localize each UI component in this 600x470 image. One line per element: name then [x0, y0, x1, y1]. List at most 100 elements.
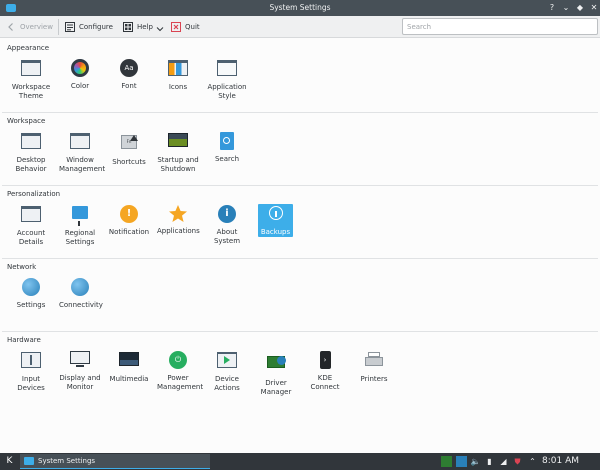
item-network-settings[interactable]: Settings — [10, 277, 52, 310]
item-label: Notification — [108, 228, 150, 236]
overview-button[interactable]: Overview — [6, 20, 53, 34]
section-title-hardware: Hardware — [7, 336, 41, 344]
item-label: Icons — [168, 83, 188, 91]
search-icon — [217, 132, 237, 152]
item-backups[interactable]: Backups — [258, 204, 293, 237]
printers-icon — [364, 352, 384, 372]
back-arrow-icon — [8, 23, 13, 31]
item-shortcuts[interactable]: Fn Shortcuts — [108, 131, 150, 167]
item-label: Account Details — [16, 229, 46, 246]
item-label: KDE Connect — [310, 374, 340, 391]
item-icons[interactable]: Icons — [157, 58, 199, 92]
item-label: Startup and Shutdown — [157, 156, 199, 173]
item-kde-connect[interactable]: › KDE Connect — [304, 350, 346, 392]
item-label: Window Management — [59, 156, 106, 173]
item-label: Driver Manager — [260, 379, 292, 396]
item-label: Multimedia — [109, 375, 149, 383]
item-font[interactable]: Aa Font — [108, 58, 150, 91]
item-display-monitor[interactable]: Display and Monitor — [59, 350, 101, 392]
item-about-system[interactable]: i About System — [206, 204, 248, 246]
lock-icon[interactable]: ▮ — [484, 456, 495, 467]
item-label: Input Devices — [17, 375, 45, 392]
item-regional-settings[interactable]: Regional Settings — [59, 204, 101, 247]
configure-icon — [65, 22, 75, 32]
kde-launcher-icon[interactable]: K — [3, 455, 16, 468]
multimedia-icon — [119, 352, 139, 372]
overview-label: Overview — [20, 23, 53, 31]
tray-expand-icon[interactable]: ⌃ — [527, 456, 538, 467]
close-icon[interactable]: ✕ — [588, 2, 600, 14]
input-devices-icon — [21, 352, 41, 372]
section-title-network: Network — [7, 263, 37, 271]
driver-tray-icon[interactable] — [441, 456, 452, 467]
account-details-icon — [21, 206, 41, 226]
connectivity-icon — [70, 278, 90, 298]
chevron-down-icon — [156, 27, 164, 32]
application-style-icon — [217, 60, 237, 80]
toolbar-separator — [58, 19, 59, 35]
item-label: Settings — [16, 301, 46, 309]
title-bar: System Settings ? ⌄ ◆ ✕ — [0, 0, 600, 16]
item-label: Power Management — [157, 374, 204, 391]
help-menu-button[interactable]: Help — [123, 20, 164, 34]
updates-icon[interactable]: ⛊ — [512, 456, 523, 467]
taskbar: K System Settings 🔈 ▮ ◢ ⛊ ⌃ 8:01 AM — [0, 453, 600, 470]
minimize-icon[interactable]: ⌄ — [560, 2, 572, 14]
help-menu-icon — [123, 22, 133, 32]
quit-icon — [171, 22, 181, 32]
item-connectivity[interactable]: Connectivity — [59, 277, 103, 310]
volume-icon[interactable]: 🔈 — [470, 456, 481, 467]
section-divider — [2, 112, 598, 113]
item-label: Shortcuts — [112, 158, 146, 166]
section-divider — [2, 258, 598, 259]
item-label: Applications — [157, 227, 200, 235]
item-label: Connectivity — [59, 301, 103, 309]
applications-icon — [168, 204, 188, 224]
color-icon — [70, 59, 90, 79]
about-system-icon: i — [217, 205, 237, 225]
item-workspace-theme[interactable]: Workspace Theme — [10, 58, 52, 101]
clock[interactable]: 8:01 AM — [542, 455, 579, 468]
settings-tray-icon[interactable] — [456, 456, 467, 467]
power-management-icon: ⏻ — [168, 351, 188, 371]
item-input-devices[interactable]: Input Devices — [10, 350, 52, 393]
item-search[interactable]: Search — [206, 131, 248, 164]
system-settings-task-icon — [24, 457, 34, 465]
item-account-details[interactable]: Account Details — [10, 204, 52, 247]
item-printers[interactable]: Printers — [353, 350, 395, 384]
item-label: Device Actions — [214, 375, 240, 392]
item-notification[interactable]: ! Notification — [108, 204, 150, 237]
item-color[interactable]: Color — [59, 58, 101, 91]
driver-manager-icon — [266, 356, 286, 376]
item-multimedia[interactable]: Multimedia — [108, 350, 150, 384]
configure-label: Configure — [79, 23, 113, 31]
configure-button[interactable]: Configure — [65, 20, 113, 34]
font-icon: Aa — [119, 59, 139, 79]
item-label: Application Style — [207, 83, 247, 100]
maximize-icon[interactable]: ◆ — [574, 2, 586, 14]
quit-button[interactable]: Quit — [171, 20, 200, 34]
network-settings-icon — [21, 278, 41, 298]
search-input[interactable]: Search — [402, 18, 598, 35]
task-label: System Settings — [38, 457, 96, 465]
item-application-style[interactable]: Application Style — [206, 58, 248, 101]
item-label: Display and Monitor — [59, 374, 101, 391]
item-label: Search — [214, 155, 240, 163]
taskbar-task-system-settings[interactable]: System Settings — [20, 454, 210, 469]
section-title-appearance: Appearance — [7, 44, 50, 52]
desktop-behavior-icon — [21, 133, 41, 153]
item-device-actions[interactable]: Device Actions — [206, 350, 248, 393]
section-title-personalization: Personalization — [7, 190, 61, 198]
help-icon[interactable]: ? — [546, 2, 558, 14]
item-desktop-behavior[interactable]: Desktop Behavior — [10, 131, 52, 174]
item-driver-manager[interactable]: Driver Manager — [255, 350, 297, 397]
item-window-management[interactable]: Window Management — [59, 131, 106, 174]
shortcuts-icon: Fn — [119, 135, 139, 155]
backups-icon — [266, 206, 286, 226]
item-label: About System — [213, 228, 241, 245]
item-startup-shutdown[interactable]: Startup and Shutdown — [157, 131, 199, 174]
item-applications[interactable]: Applications — [157, 204, 200, 236]
network-icon[interactable]: ◢ — [498, 456, 509, 467]
item-power-management[interactable]: ⏻ Power Management — [157, 350, 204, 392]
icons-icon — [168, 60, 188, 80]
